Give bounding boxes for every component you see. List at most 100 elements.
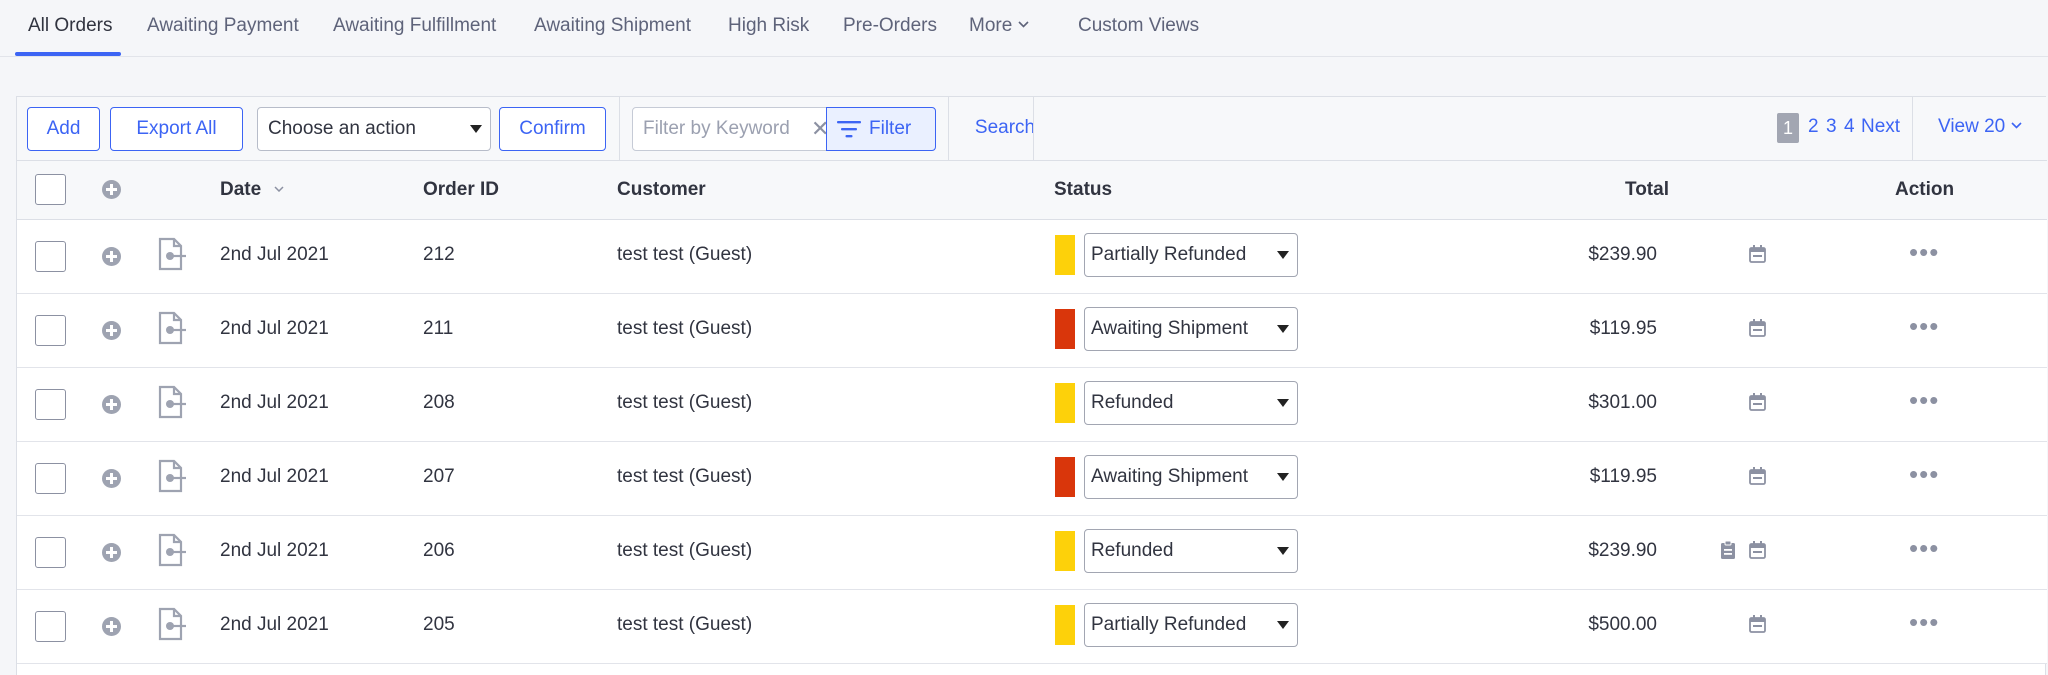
- row-checkbox[interactable]: [35, 241, 66, 272]
- table-row: 2nd Jul 2021 207 test test (Guest) Await…: [17, 442, 2047, 516]
- order-id[interactable]: 208: [423, 392, 455, 414]
- status-value: Partially Refunded: [1091, 614, 1247, 635]
- toolbar-divider: [1033, 97, 1034, 161]
- calendar-icon[interactable]: [1749, 245, 1766, 263]
- customer-name[interactable]: test test (Guest): [617, 244, 752, 266]
- order-total: $500.00: [1588, 614, 1657, 635]
- order-document-icon[interactable]: [157, 385, 187, 419]
- order-id[interactable]: 212: [423, 244, 455, 266]
- row-checkbox[interactable]: [35, 537, 66, 568]
- row-checkbox[interactable]: [35, 611, 66, 642]
- select-all-checkbox[interactable]: [35, 174, 66, 205]
- status-color-indicator: [1055, 531, 1075, 571]
- tab-high-risk[interactable]: High Risk: [728, 15, 809, 37]
- date-column-header[interactable]: Date: [220, 179, 284, 201]
- pagination-current-page: 1: [1777, 113, 1799, 143]
- more-actions-icon[interactable]: •••: [1909, 461, 1939, 487]
- order-document-icon[interactable]: [157, 459, 187, 493]
- view-count-select[interactable]: View 20: [1938, 116, 2022, 138]
- order-id[interactable]: 205: [423, 614, 455, 636]
- calendar-icon[interactable]: [1749, 541, 1766, 559]
- order-date: 2nd Jul 2021: [220, 540, 329, 561]
- row-checkbox[interactable]: [35, 463, 66, 494]
- customer-name[interactable]: test test (Guest): [617, 392, 752, 414]
- order-total: $239.90: [1588, 244, 1657, 265]
- table-row: 2nd Jul 2021 208 test test (Guest) Refun…: [17, 368, 2047, 442]
- status-column-header: Status: [1054, 179, 1113, 200]
- status-select[interactable]: Refunded: [1084, 381, 1298, 425]
- expand-row-icon[interactable]: [102, 321, 121, 340]
- customer-name[interactable]: test test (Guest): [617, 614, 752, 636]
- status-color-indicator: [1055, 605, 1075, 645]
- tab-awaiting-fulfillment[interactable]: Awaiting Fulfillment: [333, 15, 496, 37]
- pagination-page-3[interactable]: 3: [1826, 116, 1837, 138]
- status-value: Awaiting Shipment: [1091, 318, 1249, 339]
- customer-name[interactable]: test test (Guest): [617, 466, 752, 488]
- active-tab-indicator: [15, 52, 121, 56]
- search-button[interactable]: Search: [955, 117, 1055, 139]
- tab-awaiting-payment[interactable]: Awaiting Payment: [147, 15, 299, 37]
- total-column-header: Total: [1625, 179, 1669, 200]
- sort-chevron-icon: [274, 186, 284, 193]
- expand-row-icon[interactable]: [102, 617, 121, 636]
- more-actions-icon[interactable]: •••: [1909, 239, 1939, 265]
- row-checkbox[interactable]: [35, 315, 66, 346]
- order-total: $301.00: [1588, 392, 1657, 413]
- status-select[interactable]: Refunded: [1084, 529, 1298, 573]
- status-color-indicator: [1055, 309, 1075, 349]
- action-column-header: Action: [1895, 179, 1955, 200]
- expand-row-icon[interactable]: [102, 543, 121, 562]
- bulk-action-select[interactable]: Choose an action: [257, 107, 491, 151]
- status-select[interactable]: Partially Refunded: [1084, 233, 1298, 277]
- customer-name[interactable]: test test (Guest): [617, 318, 752, 340]
- calendar-icon[interactable]: [1749, 319, 1766, 337]
- filter-icon: [837, 121, 861, 138]
- order-id[interactable]: 211: [423, 318, 453, 340]
- bulk-action-value: Choose an action: [268, 118, 416, 139]
- staff-note-icon[interactable]: [1720, 541, 1736, 560]
- toolbar-divider: [948, 97, 949, 161]
- order-date: 2nd Jul 2021: [220, 466, 329, 487]
- customer-name[interactable]: test test (Guest): [617, 540, 752, 562]
- pagination-page-4[interactable]: 4: [1844, 116, 1855, 138]
- order-date: 2nd Jul 2021: [220, 318, 329, 339]
- calendar-icon[interactable]: [1749, 467, 1766, 485]
- pagination-page-2[interactable]: 2: [1808, 116, 1819, 138]
- expand-row-icon[interactable]: [102, 469, 121, 488]
- calendar-icon[interactable]: [1749, 393, 1766, 411]
- tab-awaiting-shipment[interactable]: Awaiting Shipment: [534, 15, 691, 37]
- toolbar-divider: [1912, 97, 1913, 161]
- status-select[interactable]: Partially Refunded: [1084, 603, 1298, 647]
- status-color-indicator: [1055, 235, 1075, 275]
- order-document-icon[interactable]: [157, 237, 187, 271]
- calendar-icon[interactable]: [1749, 615, 1766, 633]
- order-document-icon[interactable]: [157, 607, 187, 641]
- add-button[interactable]: Add: [27, 107, 100, 151]
- chevron-down-icon: [470, 125, 482, 133]
- tab-all-orders[interactable]: All Orders: [28, 15, 112, 37]
- row-checkbox[interactable]: [35, 389, 66, 420]
- expand-row-icon[interactable]: [102, 247, 121, 266]
- more-actions-icon[interactable]: •••: [1909, 313, 1939, 339]
- order-document-icon[interactable]: [157, 533, 187, 567]
- pagination-next[interactable]: Next: [1861, 116, 1900, 138]
- tab-more[interactable]: More: [969, 15, 1029, 37]
- confirm-button[interactable]: Confirm: [499, 107, 606, 151]
- keyword-filter-input[interactable]: [633, 108, 828, 150]
- more-actions-icon[interactable]: •••: [1909, 535, 1939, 561]
- status-value: Refunded: [1091, 392, 1174, 413]
- expand-row-icon[interactable]: [102, 395, 121, 414]
- expand-all-icon[interactable]: [102, 180, 121, 199]
- status-select[interactable]: Awaiting Shipment: [1084, 455, 1298, 499]
- date-header-label: Date: [220, 179, 262, 200]
- more-actions-icon[interactable]: •••: [1909, 609, 1939, 635]
- order-id[interactable]: 207: [423, 466, 455, 488]
- order-document-icon[interactable]: [157, 311, 187, 345]
- order-id[interactable]: 206: [423, 540, 455, 562]
- filter-button[interactable]: Filter: [826, 107, 936, 151]
- export-all-button[interactable]: Export All: [110, 107, 243, 151]
- status-select[interactable]: Awaiting Shipment: [1084, 307, 1298, 351]
- tab-custom-views[interactable]: Custom Views: [1078, 15, 1199, 37]
- more-actions-icon[interactable]: •••: [1909, 387, 1939, 413]
- tab-pre-orders[interactable]: Pre-Orders: [843, 15, 937, 37]
